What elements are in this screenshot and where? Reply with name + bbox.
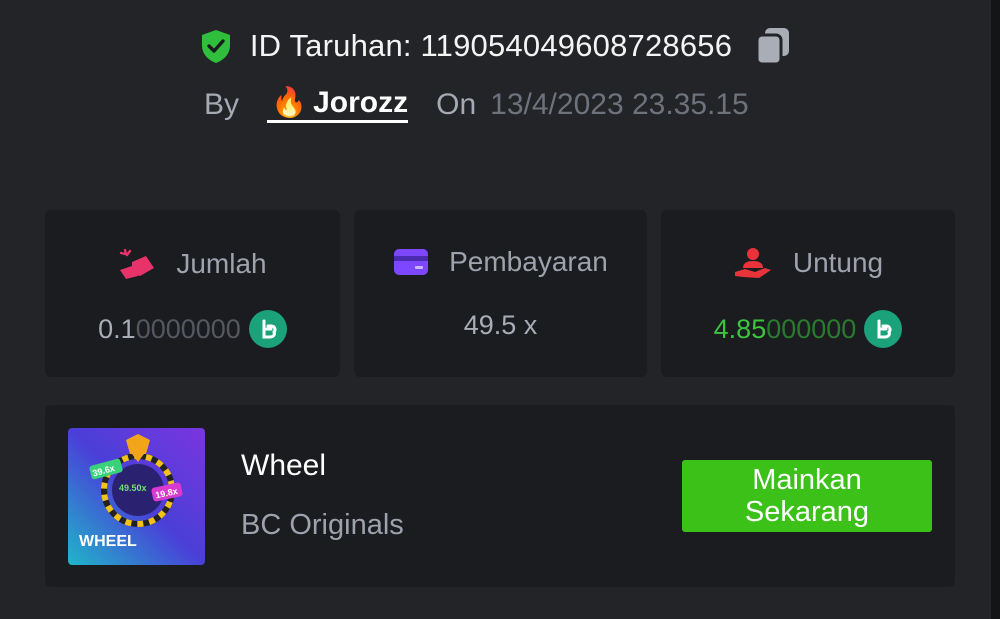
stat-label: Jumlah: [176, 248, 267, 279]
fire-icon: 🔥: [271, 87, 308, 119]
bet-date: 13/4/2023 23.35.15: [490, 87, 749, 121]
play-now-button[interactable]: Mainkan Sekarang: [682, 460, 932, 532]
profit-value: 4.85: [713, 313, 767, 344]
thumb-label: 49.50x: [119, 483, 147, 493]
scrollbar-track: [991, 0, 1000, 619]
stat-label: Untung: [792, 247, 884, 278]
play-button-line2: Sekarang: [744, 496, 870, 528]
username: Jorozz: [313, 86, 409, 119]
amount-value-trailing: 0000000: [135, 313, 241, 344]
on-label: On: [436, 87, 477, 121]
stat-card-payout: Pembayaran 49.5 x: [354, 210, 647, 377]
game-title[interactable]: Wheel: [241, 449, 326, 483]
stat-card-amount: Jumlah 0.1 0000000: [45, 210, 340, 377]
bet-id: ID Taruhan: 119054049608728656: [249, 28, 733, 63]
game-card: 39.6x 49.50x 19.8x WHEEL Wheel BC Origin…: [45, 405, 955, 587]
by-label: By: [204, 87, 240, 121]
thumb-title: WHEEL: [79, 533, 137, 550]
bc-coin-icon: [864, 310, 903, 348]
bet-meta-row: By 🔥 Jorozz On 13/4/2023 23.35.15: [204, 86, 749, 123]
profit-hand-icon: [734, 248, 771, 278]
game-provider: BC Originals: [241, 509, 404, 541]
user-link[interactable]: 🔥 Jorozz: [267, 86, 409, 123]
stat-card-profit: Untung 4.85 000000: [661, 210, 955, 377]
payout-value: 49.5 x: [463, 310, 538, 340]
bc-coin-icon: [248, 310, 287, 348]
play-button-line1: Mainkan: [752, 464, 862, 496]
profit-value-trailing: 000000: [766, 313, 857, 344]
stat-label: Pembayaran: [449, 246, 608, 277]
shield-check-icon: [201, 30, 230, 63]
card-icon: [394, 249, 429, 275]
game-thumbnail[interactable]: 39.6x 49.50x 19.8x WHEEL: [68, 428, 205, 565]
copy-icon[interactable]: [754, 26, 792, 66]
amount-icon: [120, 248, 155, 279]
amount-value: 0.1: [98, 313, 136, 344]
bet-id-row: ID Taruhan: 119054049608728656: [0, 26, 990, 66]
